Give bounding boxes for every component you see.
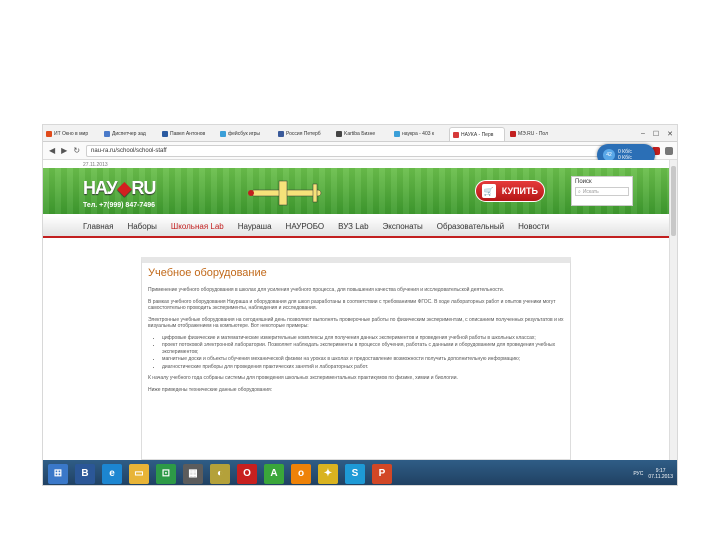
b-app-icon[interactable]: B (75, 463, 95, 484)
windows-taskbar: ⊞ Be ▭ ⊡ ▦ ◐ O Aо ✦ S P РУС 9:17 07.11.2013 (43, 460, 677, 485)
browser-tab[interactable]: Павел Антонов (159, 127, 215, 141)
opera-icon[interactable]: O (237, 463, 257, 484)
nav-item[interactable]: Главная (83, 222, 113, 231)
forward-icon[interactable]: ▶ (61, 146, 67, 155)
browser-tab[interactable]: МЭ.RU - Пол (507, 127, 563, 141)
list-item: проект потоковой электронной лаборатории… (162, 342, 564, 355)
paragraph-2: В рамках учебного оборудования Наураша и… (148, 298, 556, 312)
folder-icon[interactable]: ▭ (129, 463, 149, 484)
nav-item[interactable]: Школьная Lab (171, 222, 224, 231)
back-icon[interactable]: ◀ (49, 146, 55, 155)
browser-tab[interactable]: Диспетчер зад (101, 127, 157, 141)
tab-favicon-icon (453, 131, 459, 138)
clock[interactable]: 9:17 07.11.2013 (648, 468, 673, 480)
tab-label: Павел Антонов (170, 131, 206, 137)
browser-tab[interactable]: фейсбук игры (217, 127, 273, 141)
window-controls: – ☐ ✕ (635, 130, 677, 141)
logo-mark-icon: ◆ (117, 178, 132, 198)
ie-icon[interactable]: e (102, 463, 122, 484)
tab-favicon-icon (104, 131, 110, 137)
paragraph-3: Электронные учебные оборудования на сего… (148, 316, 564, 330)
nav-item[interactable]: Образовательный (437, 222, 504, 231)
browser-tab[interactable]: Kartiba Бизне (333, 127, 389, 141)
nav-item[interactable]: Наураша (238, 222, 272, 231)
page-scrollbar[interactable] (669, 160, 677, 460)
browser-tab[interactable]: Россия Петерб (275, 127, 331, 141)
tab-label: Россия Петерб (286, 131, 321, 137)
list-item: магнитные доски и объекты обучения механ… (162, 356, 564, 363)
tab-favicon-icon (336, 131, 342, 137)
menu-icon[interactable] (665, 146, 673, 155)
skype-icon[interactable]: S (345, 463, 365, 484)
tab-label: Диспетчер зад (112, 131, 146, 137)
page-title: Учебное оборудование (148, 267, 267, 279)
browser-tab[interactable]: наукра - 403 к (391, 127, 447, 141)
tab-favicon-icon (162, 131, 168, 137)
airplane-icon (248, 180, 322, 206)
buy-button[interactable]: 🛒 КУПИТЬ (475, 180, 545, 202)
search-label: Поиск (575, 179, 592, 185)
language-indicator[interactable]: РУС (633, 471, 643, 477)
paragraph-4: К началу учебного года собраны системы д… (148, 375, 458, 381)
close-icon[interactable]: ✕ (667, 130, 673, 138)
nav-item[interactable]: Наборы (127, 222, 156, 231)
nav-item[interactable]: ВУЗ Lab (338, 222, 368, 231)
photos-icon[interactable]: ▦ (183, 463, 203, 484)
site-search: Поиск ⌕ Искать (571, 176, 633, 206)
paint-icon[interactable]: ◐ (210, 463, 230, 484)
site-header-banner: НАУ◆RU Тел. +7(999) 847-7496 🛒 КУПИТЬ По… (43, 168, 671, 214)
browser-tab[interactable]: НАУКА - Перв (449, 127, 505, 141)
site-phone: Тел. +7(999) 847-7496 (83, 202, 156, 209)
web-page: 27.11.2013 НАУ◆RU Тел. +7(999) 847-7496 … (43, 160, 671, 460)
site-nav: Главная Наборы Школьная Lab Наураша НАУРОБО В… (43, 216, 671, 238)
browser-tab[interactable]: ИТ Окно в мир (43, 127, 99, 141)
site-logo[interactable]: НАУ◆RU (83, 178, 156, 199)
tab-label: ИТ Окно в мир (54, 131, 89, 137)
list-item: цифровые физические и математические изм… (162, 335, 564, 342)
chart-app-icon[interactable]: ✦ (318, 463, 338, 484)
url-input[interactable]: nau-ra.ru/school/school-staff (86, 144, 633, 157)
adobe-icon[interactable]: A (264, 463, 284, 484)
tab-label: наукра - 403 к (402, 131, 435, 137)
paragraph-5: Ниже приведены технические данные оборуд… (148, 386, 273, 393)
store-icon[interactable]: ⊡ (156, 463, 176, 484)
paragraph-1: Применение учебного оборудования в школа… (148, 287, 505, 293)
tab-favicon-icon (220, 131, 226, 137)
nav-item[interactable]: НАУРОБО (286, 222, 325, 231)
minimize-icon[interactable]: – (641, 130, 645, 138)
bullet-list: цифровые физические и математические изм… (148, 335, 564, 371)
tab-favicon-icon (46, 131, 52, 137)
buy-label: КУПИТЬ (501, 186, 538, 196)
browser-screenshot: ИТ Окно в мир Диспетчер зад Павел Антонов ф… (42, 124, 678, 486)
search-input[interactable]: ⌕ Искать (575, 187, 629, 196)
tab-label: НАУКА - Перв (461, 131, 494, 138)
tab-label: МЭ.RU - Пол (518, 131, 548, 137)
system-tray: РУС 9:17 07.11.2013 (633, 468, 677, 480)
nav-item[interactable]: Новости (518, 222, 549, 231)
search-icon: ⌕ (578, 188, 581, 195)
odnoklassniki-icon[interactable]: о (291, 463, 311, 484)
reload-icon[interactable]: ↻ (73, 146, 80, 155)
maximize-icon[interactable]: ☐ (653, 130, 659, 138)
cart-icon: 🛒 (482, 184, 496, 198)
tab-favicon-icon (278, 131, 284, 137)
tab-strip: ИТ Окно в мир Диспетчер зад Павел Антонов ф… (43, 125, 677, 142)
tab-favicon-icon (510, 131, 516, 137)
tab-label: Kartiba Бизне (344, 131, 376, 137)
windows-start-icon[interactable]: ⊞ (48, 463, 68, 484)
tab-label: фейсбук игры (228, 131, 261, 137)
address-bar: ◀ ▶ ↻ nau-ra.ru/school/school-staff (43, 142, 677, 160)
powerpoint-icon[interactable]: P (372, 463, 392, 484)
content-box: Учебное оборудование Применение учебного… (141, 257, 571, 460)
tab-favicon-icon (394, 131, 400, 137)
list-item: диагностические приборы для проведения п… (162, 364, 564, 371)
nav-item[interactable]: Экспонаты (383, 222, 423, 231)
